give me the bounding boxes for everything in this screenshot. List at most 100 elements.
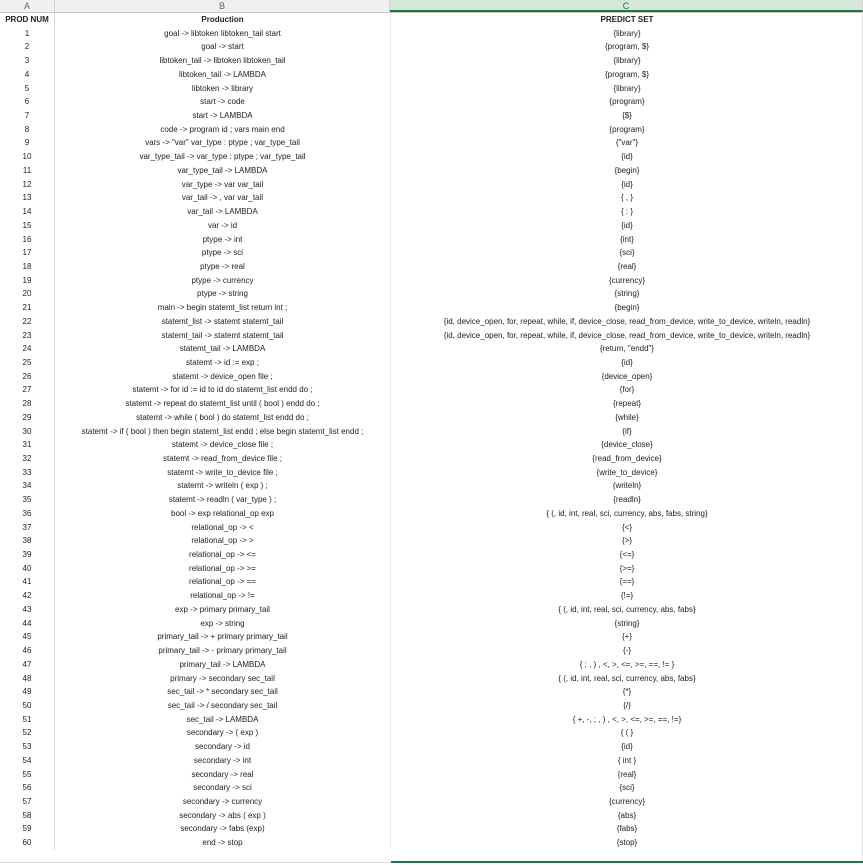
prod-num-cell[interactable]: 22 (0, 314, 55, 329)
predict-set-cell[interactable]: {string} (390, 616, 863, 631)
predict-set-cell[interactable]: {for} (390, 383, 863, 398)
prod-num-cell[interactable]: 44 (0, 616, 55, 631)
predict-set-cell[interactable]: {library} (390, 26, 863, 41)
prod-num-cell[interactable]: 10 (0, 150, 55, 164)
prod-num-cell[interactable]: 35 (0, 493, 55, 507)
prod-num-cell[interactable]: 48 (0, 671, 55, 686)
prod-num-cell[interactable]: 37 (0, 520, 55, 535)
production-cell[interactable]: statemt -> if ( bool ) then begin statem… (55, 425, 390, 439)
production-cell[interactable]: secondary -> sci (55, 781, 390, 795)
predict-set-cell[interactable]: {program, $} (390, 67, 863, 82)
production-cell[interactable]: vars -> "var" var_type : ptype ; var_typ… (55, 136, 390, 150)
predict-set-cell[interactable]: {write_to_device} (390, 465, 863, 480)
predict-set-cell[interactable]: {id} (390, 355, 863, 370)
production-cell[interactable]: statemt -> id := exp ; (55, 356, 390, 370)
predict-set-cell[interactable]: {+} (390, 630, 863, 645)
prod-num-cell[interactable]: 36 (0, 506, 55, 521)
predict-set-cell[interactable]: { +, -, ; , ) , <, >, <=, >=, ==, !=} (390, 712, 863, 727)
production-cell[interactable]: var_tail -> LAMBDA (55, 205, 390, 219)
predict-set-cell[interactable]: {program} (390, 95, 863, 110)
predict-set-cell[interactable]: {abs} (390, 808, 863, 823)
predict-set-cell[interactable]: {begin} (390, 301, 863, 315)
production-cell[interactable]: start -> code (55, 95, 390, 109)
prod-num-cell[interactable]: 29 (0, 410, 55, 425)
predict-set-cell[interactable]: {id} (390, 150, 863, 164)
prod-num-cell[interactable]: 3 (0, 54, 55, 68)
predict-set-cell[interactable]: {real} (390, 259, 863, 274)
predict-set-cell[interactable]: {if} (390, 424, 863, 439)
predict-set-cell[interactable]: { (, id, int, real, sci, currency, abs, … (390, 506, 863, 521)
predict-set-cell[interactable]: {-} (390, 644, 863, 658)
predict-set-cell[interactable]: { int } (390, 753, 863, 768)
prod-num-cell[interactable]: 20 (0, 287, 55, 302)
predict-set-cell[interactable]: {>} (390, 534, 863, 549)
predict-set-cell[interactable]: {begin} (390, 163, 863, 178)
header-production[interactable]: Production (55, 13, 390, 27)
predict-set-cell[interactable]: {while} (390, 410, 863, 425)
prod-num-cell[interactable]: 12 (0, 177, 55, 192)
production-cell[interactable]: goal -> start (55, 40, 390, 54)
predict-set-cell[interactable]: {readln} (390, 493, 863, 507)
predict-set-cell[interactable]: {id} (390, 218, 863, 233)
header-predict-set[interactable]: PREDICT SET (390, 13, 863, 27)
production-cell[interactable]: primary_tail -> + primary primary_tail (55, 630, 390, 644)
prod-num-cell[interactable]: 1 (0, 26, 55, 41)
prod-num-cell[interactable]: 60 (0, 836, 55, 850)
production-cell[interactable]: exp -> primary primary_tail (55, 603, 390, 617)
predict-set-cell[interactable]: {id, device_open, for, repeat, while, if… (390, 314, 863, 329)
predict-set-cell[interactable]: {string} (390, 287, 863, 302)
predict-set-cell[interactable]: { ; , ) , <, >, <=, >=, ==, != } (390, 657, 863, 672)
predict-set-cell[interactable]: {id} (390, 177, 863, 192)
predict-set-cell[interactable]: {$} (390, 109, 863, 123)
production-cell[interactable]: end -> stop (55, 836, 390, 850)
prod-num-cell[interactable]: 30 (0, 424, 55, 439)
production-cell[interactable]: ptype -> int (55, 233, 390, 247)
predict-set-cell[interactable]: {device_close} (390, 438, 863, 452)
prod-num-cell[interactable]: 59 (0, 822, 55, 837)
production-cell[interactable]: var -> id (55, 219, 390, 233)
prod-num-cell[interactable]: 55 (0, 767, 55, 782)
production-cell[interactable]: libtoken_tail -> LAMBDA (55, 68, 390, 82)
prod-num-cell[interactable]: 11 (0, 163, 55, 178)
predict-set-cell[interactable]: { , } (390, 191, 863, 206)
predict-set-cell[interactable]: {program, $} (390, 40, 863, 55)
production-cell[interactable]: libtoken_tail -> libtoken libtoken_tail (55, 54, 390, 68)
predict-set-cell[interactable]: {id, device_open, for, repeat, while, if… (390, 328, 863, 343)
production-cell[interactable]: secondary -> int (55, 754, 390, 768)
production-cell[interactable]: primary -> secondary sec_tail (55, 672, 390, 686)
predict-set-cell[interactable]: {device_open} (390, 369, 863, 384)
prod-num-cell[interactable]: 41 (0, 575, 55, 590)
prod-num-cell[interactable]: 28 (0, 397, 55, 411)
prod-num-cell[interactable]: 31 (0, 438, 55, 452)
production-cell[interactable]: start -> LAMBDA (55, 109, 390, 123)
predict-set-cell[interactable]: {writeln} (390, 479, 863, 494)
prod-num-cell[interactable]: 46 (0, 644, 55, 658)
prod-num-cell[interactable]: 23 (0, 328, 55, 343)
production-cell[interactable]: code -> program id ; vars main end (55, 123, 390, 137)
prod-num-cell[interactable]: 40 (0, 561, 55, 576)
production-cell[interactable]: sec_tail -> LAMBDA (55, 713, 390, 727)
predict-set-cell[interactable]: {==} (390, 575, 863, 590)
prod-num-cell[interactable]: 16 (0, 232, 55, 247)
column-header-a[interactable]: A (0, 0, 55, 12)
predict-set-cell[interactable]: {*} (390, 685, 863, 699)
production-cell[interactable]: relational_op -> != (55, 589, 390, 603)
production-cell[interactable]: relational_op -> >= (55, 562, 390, 576)
prod-num-cell[interactable]: 38 (0, 534, 55, 549)
predict-set-cell[interactable]: {library} (390, 54, 863, 68)
production-cell[interactable]: statemt -> repeat do statemt_list until … (55, 397, 390, 411)
predict-set-cell[interactable]: {read_from_device} (390, 452, 863, 466)
production-cell[interactable]: statemt_list -> statemt statemt_tail (55, 315, 390, 329)
production-cell[interactable]: statemt_tail -> LAMBDA (55, 342, 390, 356)
predict-set-cell[interactable]: {int} (390, 232, 863, 247)
predict-set-cell[interactable]: { : } (390, 205, 863, 219)
prod-num-cell[interactable]: 26 (0, 369, 55, 384)
predict-set-cell[interactable]: {<=} (390, 548, 863, 562)
prod-num-cell[interactable]: 2 (0, 40, 55, 55)
prod-num-cell[interactable]: 51 (0, 712, 55, 727)
prod-num-cell[interactable]: 56 (0, 781, 55, 795)
production-cell[interactable]: relational_op -> > (55, 534, 390, 548)
predict-set-cell[interactable]: {currency} (390, 794, 863, 809)
production-cell[interactable]: statemt -> while ( bool ) do statemt_lis… (55, 411, 390, 425)
production-cell[interactable]: sec_tail -> * secondary sec_tail (55, 685, 390, 699)
